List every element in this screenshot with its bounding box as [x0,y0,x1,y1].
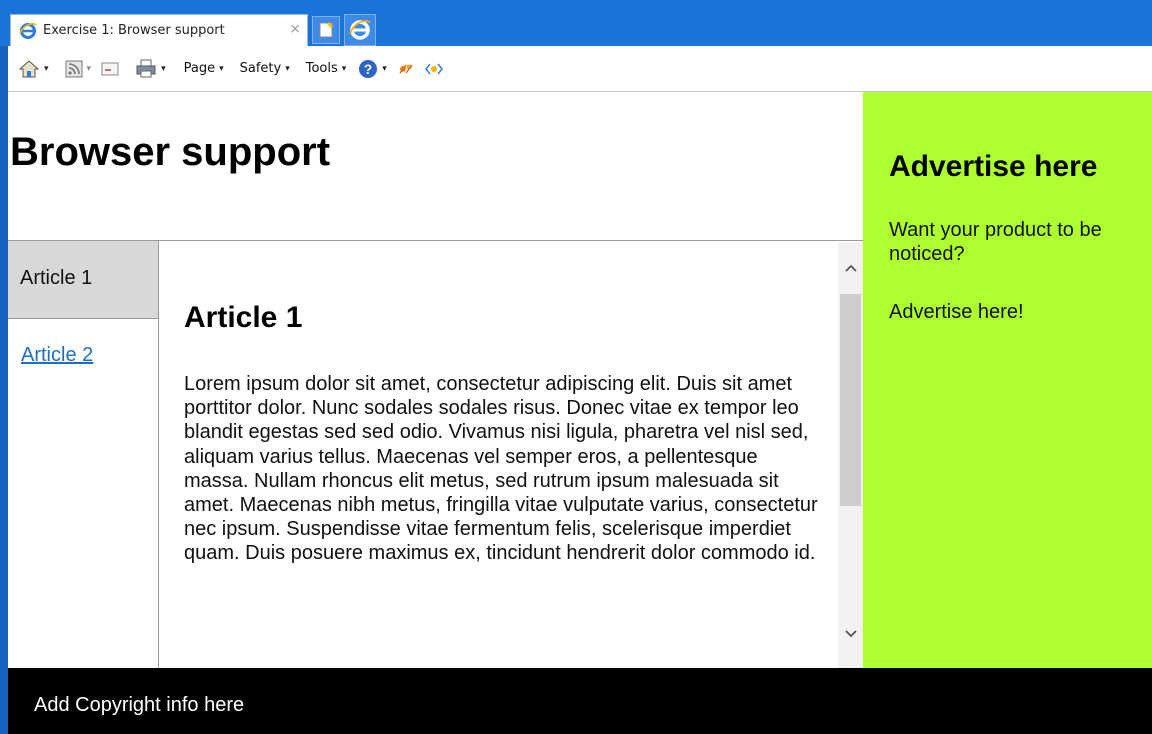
read-mail-button[interactable] [97,54,123,84]
command-bar: ▾ ▾ ▾ Page ▾ Safety ▾ Tools ▾ ? ▾ [8,46,1152,92]
chevron-up-icon [844,264,857,272]
article-scrollbar[interactable] [838,242,863,668]
print-dropdown-icon[interactable]: ▾ [161,64,166,74]
page-title: Browser support [10,130,331,174]
scroll-down-button[interactable] [838,622,863,646]
ad-sidebar: Advertise here Want your product to be n… [863,92,1152,668]
article-title: Article 1 [184,301,303,334]
ie-logo-icon [349,20,371,40]
copyright-text: Add Copyright info here [34,694,245,716]
article-panel: Article 1 Lorem ipsum dolor sit amet, co… [160,242,838,668]
safety-menu-label: Safety [239,61,282,76]
print-button[interactable]: ▾ [131,54,170,84]
feeds-icon [65,60,83,77]
safety-menu[interactable]: Safety ▾ [236,54,294,84]
research-button[interactable] [393,54,419,84]
window-left-border [0,0,8,734]
new-tab-button[interactable] [312,16,340,44]
chevron-down-icon: ▾ [285,63,290,74]
help-icon: ? [359,59,378,78]
scroll-thumb[interactable] [840,294,861,506]
browser-window: Exercise 1: Browser support × ▾ ▾ ▾ Page… [0,0,1152,734]
ad-text: Want your product to be noticed? [889,219,1102,265]
ie-logo-icon [19,22,37,39]
help-dropdown-icon: ▾ [382,63,387,74]
ad-call-to-action: Advertise here! [889,301,1024,323]
nav-item-article-1[interactable]: Article 1 [8,241,158,319]
tab-title: Exercise 1: Browser support [43,23,225,38]
chevron-down-icon: ▾ [341,63,347,74]
svg-text:?: ? [364,61,373,77]
home-button[interactable]: ▾ [14,54,53,84]
chevron-down-icon [844,630,857,638]
tab-bar: Exercise 1: Browser support × [0,0,1152,46]
help-menu[interactable]: ? ▾ [354,54,391,84]
ie-dev-tools-icon [424,63,443,74]
tools-menu-label: Tools [305,61,338,76]
page-footer: Add Copyright info here [8,668,1152,734]
article-body: Lorem ipsum dolor sit amet, consectetur … [184,373,818,565]
chevron-down-icon: ▾ [219,63,224,74]
ad-title: Advertise here [889,150,1098,183]
page-menu[interactable]: Page ▾ [180,54,228,84]
nav-link-article-2[interactable]: Article 2 [21,344,93,367]
feeds-button[interactable]: ▾ [61,54,96,84]
tools-menu[interactable]: Tools ▾ [302,54,351,84]
article-nav: Article 1 Article 2 [8,241,159,668]
new-tab-icon [319,21,334,38]
feeds-dropdown-icon[interactable]: ▾ [87,64,92,74]
page-header: Browser support [8,92,863,241]
read-mail-icon [101,62,119,75]
page-menu-label: Page [183,61,216,76]
nav-item-label: Article 1 [20,267,93,289]
dev-tools-button[interactable] [421,54,447,84]
ie-quick-tab-button[interactable] [344,14,376,46]
research-icon [399,64,413,73]
home-dropdown-icon[interactable]: ▾ [44,64,49,74]
tab-exercise-1[interactable]: Exercise 1: Browser support × [10,14,308,46]
page-content: Browser support Article 1 Article 2 Arti… [8,92,1152,668]
home-icon [18,59,40,77]
tab-close-icon[interactable]: × [289,21,301,37]
scroll-up-button[interactable] [838,256,863,280]
print-icon [136,59,156,77]
